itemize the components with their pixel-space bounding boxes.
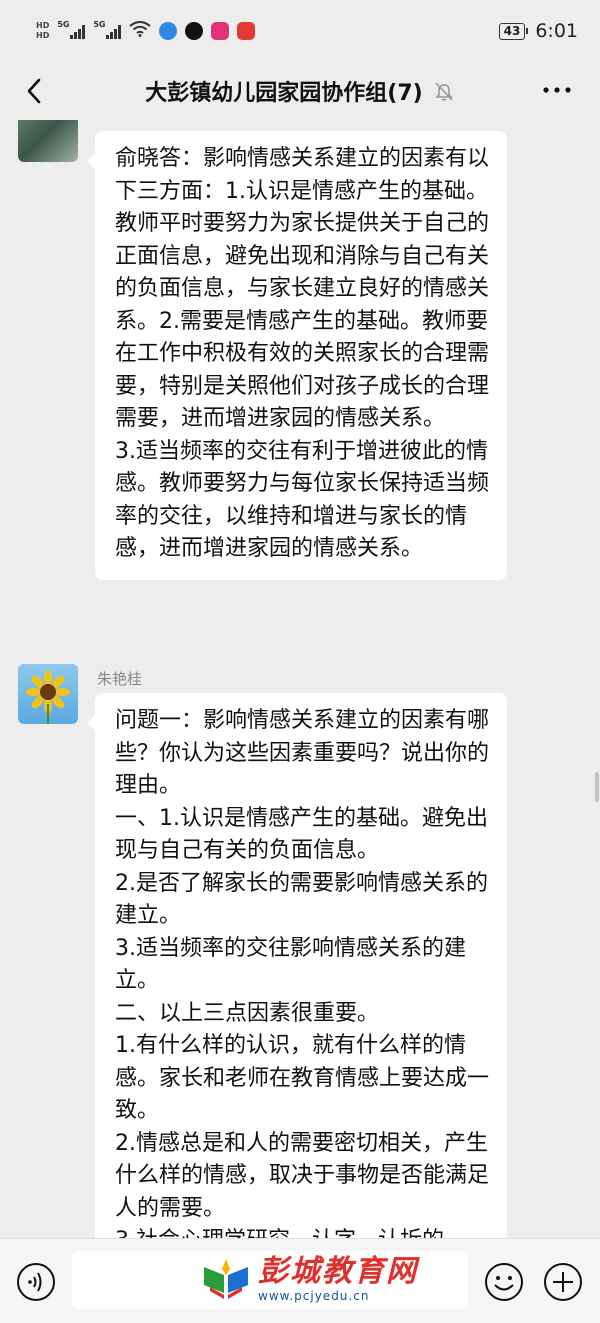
watermark-url: www.pcjyedu.cn: [258, 1289, 370, 1303]
message-input[interactable]: 彭城教育网 www.pcjyedu.cn: [72, 1251, 468, 1309]
voice-icon[interactable]: [16, 1262, 56, 1302]
clock: 6:01: [535, 20, 578, 42]
more-icon[interactable]: [542, 80, 572, 100]
message-paragraph: 俞晓答：影响情感关系建立的因素有以下三方面：1.认识是情感产生的基础。教师平时要…: [115, 146, 490, 431]
message-paragraph: 一、1.认识是情感产生的基础。避免出现与自己有关的负面信息。: [115, 805, 488, 864]
message-paragraph: 问题一：影响情感关系建立的因素有哪些？你认为这些因素重要吗？说出你的理由。: [115, 708, 490, 798]
message-paragraph: 二、以上三点因素很重要。: [115, 1000, 380, 1026]
qq-icon: [185, 22, 204, 40]
status-bar: HD HD 5G 5G 43 6:01: [0, 0, 600, 62]
input-bar: 彭城教育网 www.pcjyedu.cn: [0, 1238, 600, 1323]
battery-icon: 43: [498, 22, 529, 40]
message-paragraph: 3.适当频率的交往影响情感关系的建立。: [115, 935, 466, 994]
app-notification-icon-2: [211, 22, 230, 40]
avatar[interactable]: [18, 120, 78, 162]
title-bar: 大彭镇幼儿园家园协作组(7): [0, 62, 600, 120]
message-bubble[interactable]: 俞晓答：影响情感关系建立的因素有以下三方面：1.认识是情感产生的基础。教师平时要…: [87, 131, 507, 580]
message-paragraph: 3.适当频率的交往有利于增进彼此的情感。教师要努力与每位家长保持适当频率的交往，…: [115, 438, 490, 562]
hd-indicator: HD HD: [36, 21, 50, 40]
emoji-icon[interactable]: [484, 1262, 524, 1302]
mute-bell-icon: [434, 82, 453, 101]
watermark-title: 彭城教育网: [258, 1254, 418, 1289]
sender-name: 朱艳桂: [97, 670, 143, 688]
app-notification-icon-3: [237, 22, 256, 40]
scrollbar[interactable]: [595, 772, 599, 802]
plus-icon[interactable]: [543, 1262, 583, 1302]
signal-icon: 5G: [57, 20, 86, 39]
message-paragraph: 3.社会心理学研究，认字、认拆的: [115, 1225, 489, 1238]
message-list[interactable]: 俞晓答：影响情感关系建立的因素有以下三方面：1.认识是情感产生的基础。教师平时要…: [0, 120, 600, 1238]
watermark: 彭城教育网 www.pcjyedu.cn: [200, 1255, 418, 1303]
avatar[interactable]: [18, 664, 78, 724]
wifi-icon: [129, 20, 151, 42]
app-notification-icon: [159, 22, 178, 40]
book-logo-icon: [204, 1259, 248, 1299]
message-bubble[interactable]: 问题一：影响情感关系建立的因素有哪些？你认为这些因素重要吗？说出你的理由。 一、…: [87, 693, 507, 1238]
sunflower-icon: [26, 670, 70, 724]
back-icon[interactable]: [20, 76, 50, 106]
signal-icon-2: 5G: [93, 20, 122, 39]
chat-title: 大彭镇幼儿园家园协作组(7): [145, 81, 423, 106]
message-paragraph: 2.情感总是和人的需要密切相关，产生什么样的情感，取决于事物是否能满足人的需要。: [115, 1130, 490, 1221]
message-paragraph: 2.是否了解家长的需要影响情感关系的建立。: [115, 870, 488, 929]
message-paragraph: 1.有什么样的认识，就有什么样的情感。家长和老师在教育情感上要达成一致。: [115, 1033, 490, 1123]
